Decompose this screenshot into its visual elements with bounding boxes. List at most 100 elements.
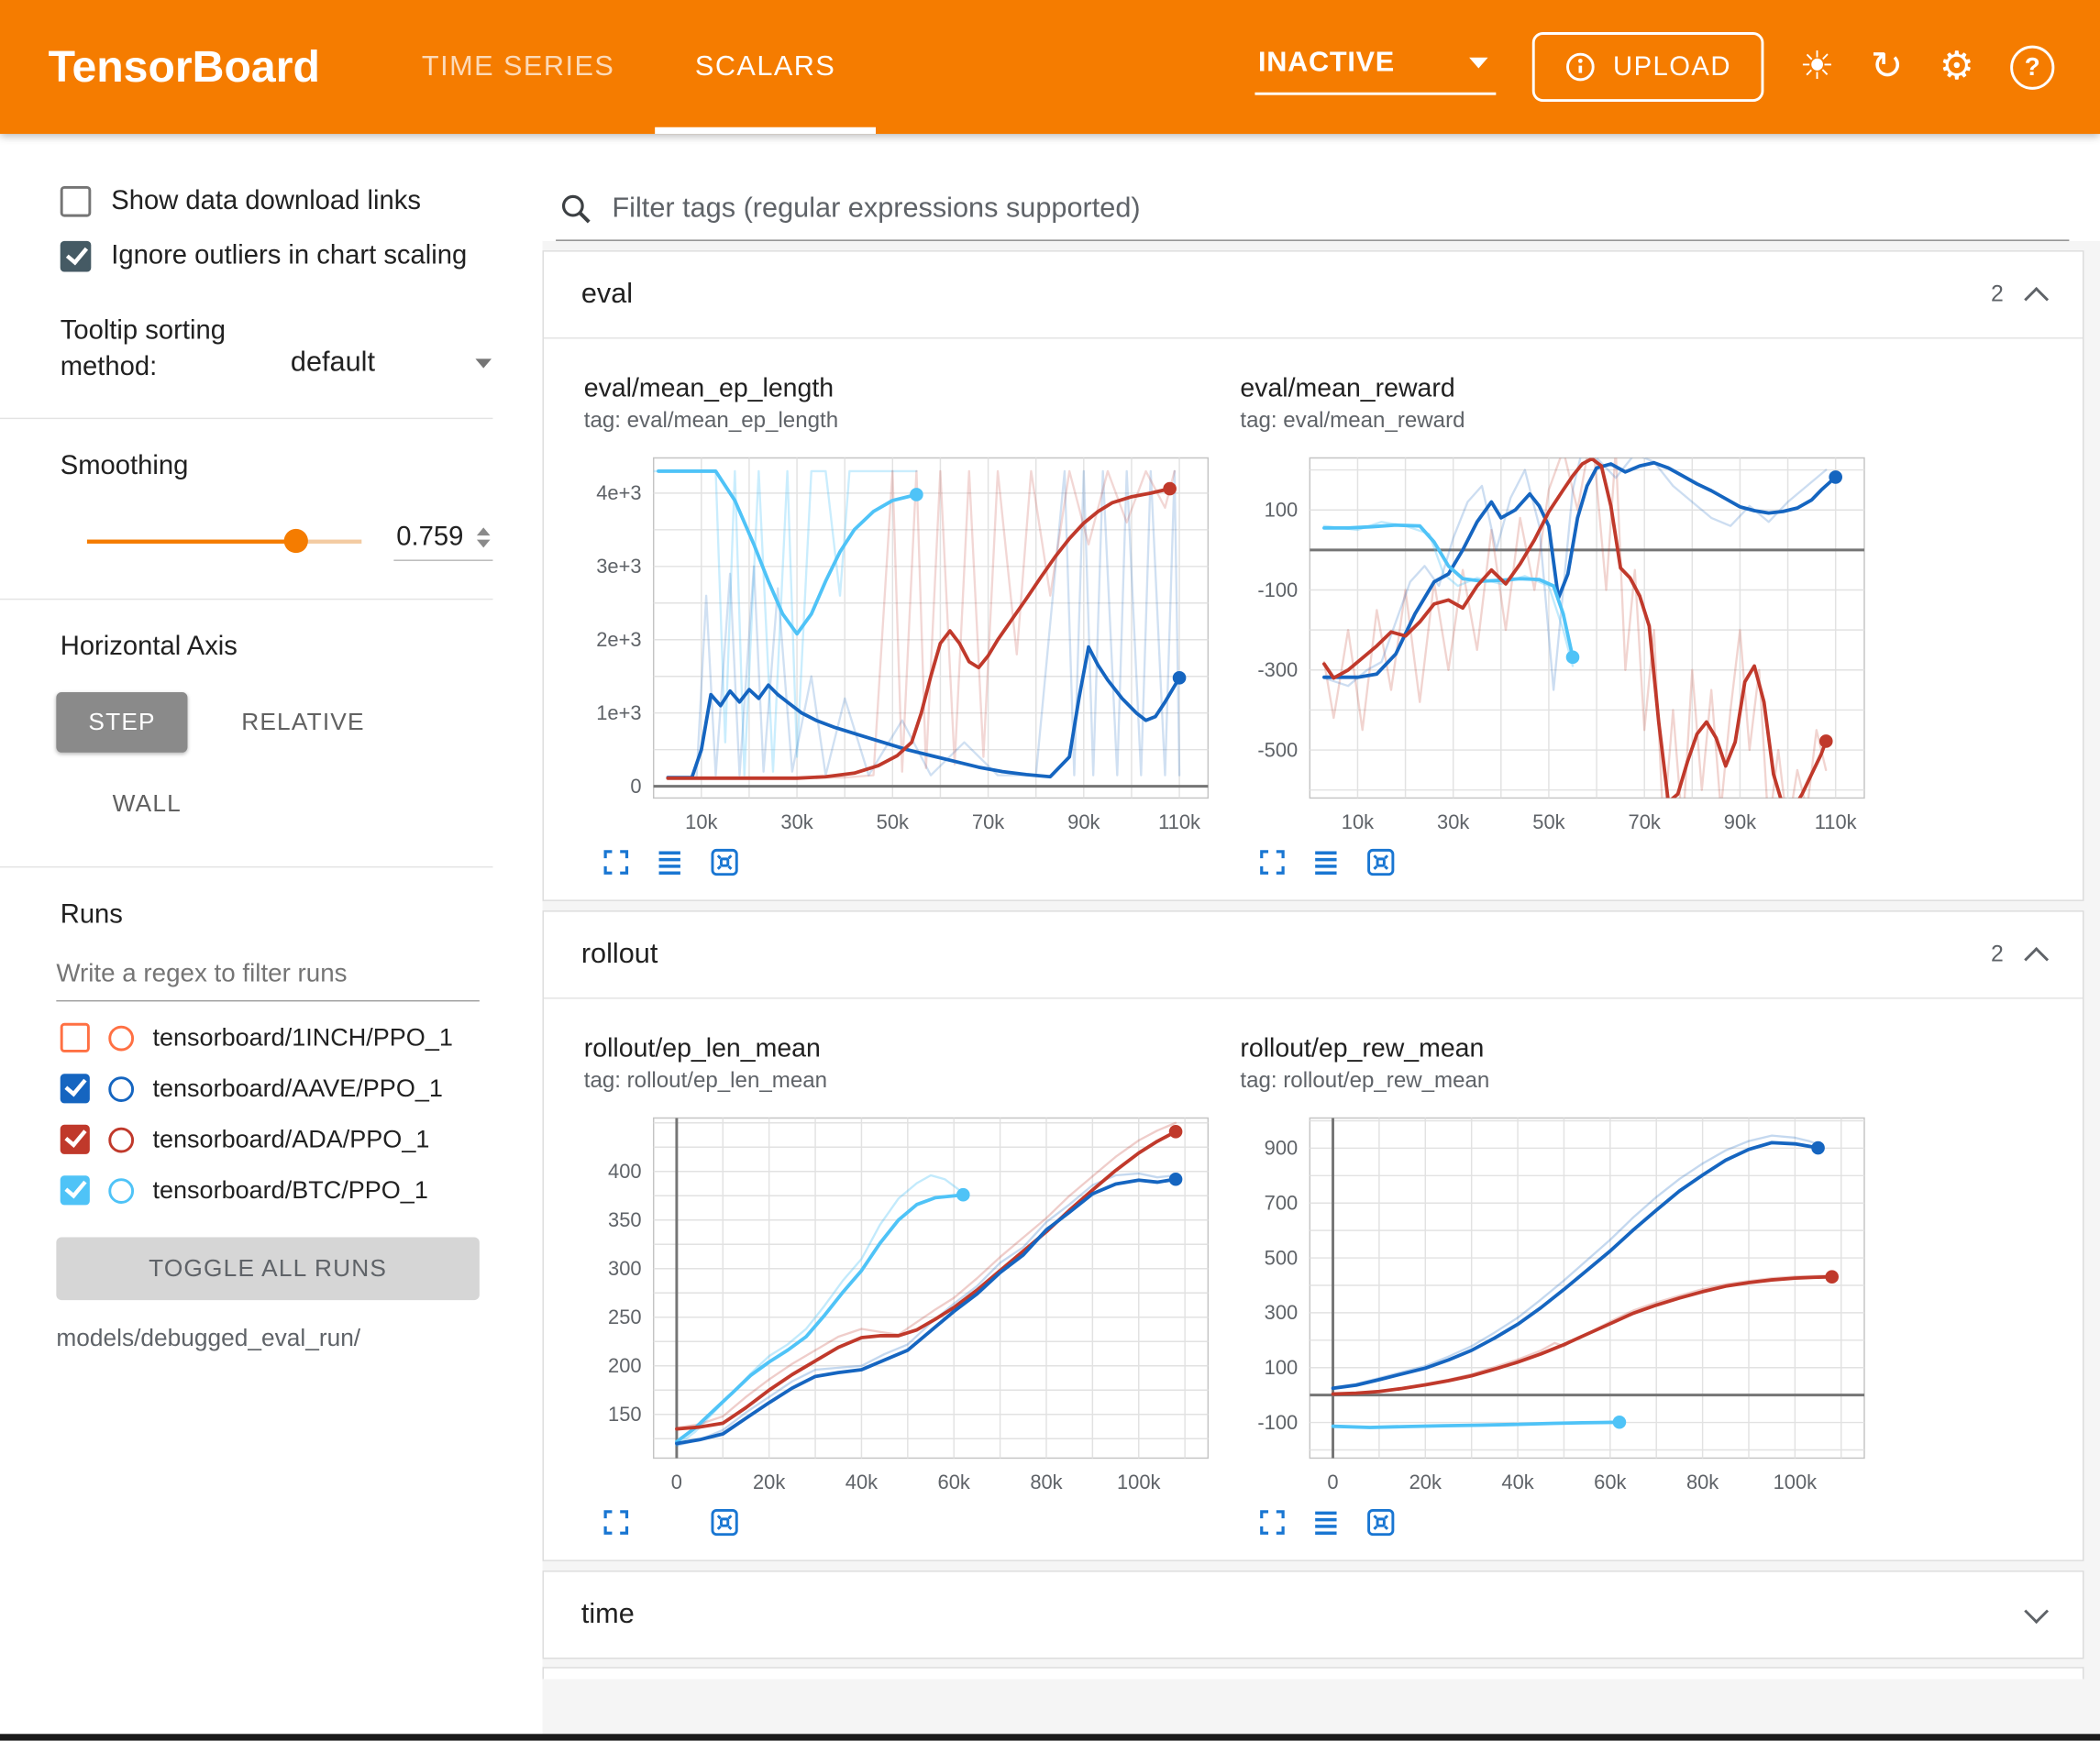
next-section-partial (542, 1667, 2083, 1679)
fit-domain-icon[interactable] (707, 846, 742, 878)
smoothing-value-input[interactable]: 0.759 (393, 520, 492, 561)
fit-domain-icon[interactable] (1364, 1506, 1398, 1538)
ignore-outliers-option[interactable]: Ignore outliers in chart scaling (0, 229, 542, 284)
svg-text:500: 500 (1265, 1246, 1299, 1269)
svg-text:100k: 100k (1774, 1471, 1818, 1493)
run-item[interactable]: tensorboard/ADA/PPO_1 (0, 1114, 542, 1164)
svg-text:0: 0 (1327, 1471, 1338, 1493)
chart-title: rollout/ep_len_mean (584, 1033, 1224, 1064)
slider-thumb[interactable] (283, 528, 307, 552)
run-label: tensorboard/ADA/PPO_1 (152, 1125, 429, 1154)
section-rollout-header[interactable]: rollout 2 (544, 912, 2083, 997)
runs-heading: Runs (0, 899, 542, 931)
refresh-icon[interactable]: ↻ (1871, 48, 1904, 86)
svg-text:-300: -300 (1257, 658, 1298, 681)
chart-rollout-ep-len-mean: rollout/ep_len_mean tag: rollout/ep_len_… (584, 1033, 1224, 1538)
tooltip-sorting-select[interactable]: default (291, 347, 492, 385)
expand-chart-icon[interactable] (600, 846, 632, 878)
runs-filter-input[interactable] (56, 949, 480, 1001)
runs-table-icon[interactable] (1310, 846, 1342, 878)
settings-icon[interactable]: ⚙ (1940, 48, 1974, 86)
svg-text:0: 0 (671, 1471, 682, 1493)
section-header-right: 2 (1991, 942, 2045, 968)
dashboard-main: eval 2 eval/mean_ep_length tag: eval/mea… (542, 134, 2100, 1734)
help-icon[interactable]: ? (2010, 45, 2054, 89)
fit-domain-icon[interactable] (1364, 846, 1398, 878)
chevron-up-icon[interactable] (2024, 287, 2049, 312)
run-item[interactable]: tensorboard/AAVE/PPO_1 (0, 1063, 542, 1114)
upload-button[interactable]: UPLOAD (1532, 32, 1763, 102)
axis-relative-button[interactable]: RELATIVE (209, 692, 397, 753)
expand-chart-icon[interactable] (600, 1506, 632, 1538)
chart-rollout-ep-rew-mean: rollout/ep_rew_mean tag: rollout/ep_rew_… (1240, 1033, 1880, 1538)
tab-time-series[interactable]: TIME SERIES (381, 0, 655, 134)
svg-text:100: 100 (1265, 1356, 1299, 1379)
slider-track[interactable] (87, 539, 361, 543)
section-eval-header[interactable]: eval 2 (544, 252, 2083, 337)
settings-sidebar: Show data download links Ignore outliers… (0, 134, 542, 1734)
show-download-links-option[interactable]: Show data download links (0, 174, 542, 229)
svg-text:200: 200 (608, 1354, 642, 1377)
tag-filter-input[interactable] (612, 193, 2066, 225)
run-label: tensorboard/1INCH/PPO_1 (152, 1023, 452, 1052)
run-checkbox[interactable] (61, 1074, 90, 1103)
smoothing-slider[interactable] (87, 527, 361, 554)
line-chart[interactable]: 10k30k50k70k90k110k01e+32e+33e+34e+3 (584, 447, 1216, 843)
tag-filter[interactable] (556, 178, 2069, 241)
line-chart[interactable]: 10k30k50k70k90k110k100-100-300-500 (1240, 447, 1872, 843)
chart-tag: tag: rollout/ep_rew_mean (1240, 1068, 1880, 1094)
runs-table-icon[interactable] (654, 1506, 686, 1538)
brightness-icon[interactable]: ☀ (1799, 48, 1834, 86)
run-color-ring (108, 1075, 134, 1101)
run-checkbox[interactable] (61, 1175, 90, 1205)
run-item[interactable]: tensorboard/1INCH/PPO_1 (0, 1012, 542, 1063)
line-chart[interactable]: 020k40k60k80k100k150200250300350400 (584, 1107, 1216, 1504)
smoothing-control: 0.759 (0, 482, 542, 567)
section-rollout-body: rollout/ep_len_mean tag: rollout/ep_len_… (544, 997, 2083, 1559)
runs-table-icon[interactable] (1310, 1506, 1342, 1538)
fit-domain-icon[interactable] (707, 1506, 742, 1538)
smoothing-value: 0.759 (396, 523, 463, 554)
header-actions: INACTIVE UPLOAD ☀ ↻ ⚙ ? (1255, 32, 2054, 102)
svg-text:50k: 50k (877, 810, 909, 833)
runs-table-icon[interactable] (654, 846, 686, 878)
chart-actions (1240, 846, 1880, 878)
svg-text:10k: 10k (685, 810, 717, 833)
chart-title: eval/mean_reward (1240, 373, 1880, 404)
tab-scalars[interactable]: SCALARS (655, 0, 876, 134)
svg-text:100k: 100k (1117, 1471, 1161, 1493)
section-time-header[interactable]: time (544, 1572, 2083, 1658)
run-color-ring (108, 1127, 134, 1152)
tooltip-sorting-label: Tooltip sorting method: (61, 314, 264, 386)
chart-eval-mean-reward: eval/mean_reward tag: eval/mean_reward 1… (1240, 373, 1880, 878)
svg-text:110k: 110k (1158, 810, 1200, 833)
checkbox[interactable] (61, 186, 92, 217)
svg-text:60k: 60k (938, 1471, 970, 1493)
chevron-up-icon[interactable] (2024, 947, 2049, 972)
checkbox-label: Show data download links (111, 186, 421, 217)
axis-wall-button[interactable]: WALL (81, 774, 214, 834)
line-chart[interactable]: 020k40k60k80k100k-100100300500700900 (1240, 1107, 1872, 1504)
chart-eval-mean-ep-length: eval/mean_ep_length tag: eval/mean_ep_le… (584, 373, 1224, 878)
run-item[interactable]: tensorboard/BTC/PPO_1 (0, 1165, 542, 1216)
toggle-all-runs-button[interactable]: TOGGLE ALL RUNS (56, 1237, 480, 1300)
stepper-arrows-icon[interactable] (477, 527, 491, 547)
app-body: Show data download links Ignore outliers… (0, 134, 2100, 1734)
svg-text:2e+3: 2e+3 (596, 628, 641, 651)
upload-label: UPLOAD (1613, 51, 1731, 83)
svg-text:-100: -100 (1257, 1411, 1298, 1434)
slider-fill (87, 539, 295, 543)
expand-chart-icon[interactable] (1256, 1506, 1288, 1538)
axis-step-button[interactable]: STEP (56, 692, 187, 753)
svg-text:350: 350 (608, 1208, 642, 1231)
app-title: TensorBoard (49, 41, 320, 92)
expand-chart-icon[interactable] (1256, 846, 1288, 878)
checkbox[interactable] (61, 241, 92, 272)
chevron-down-icon (475, 358, 492, 368)
run-checkbox[interactable] (61, 1023, 90, 1052)
run-checkbox[interactable] (61, 1125, 90, 1154)
svg-text:250: 250 (608, 1306, 642, 1328)
status-dropdown[interactable]: INACTIVE (1255, 39, 1497, 94)
chevron-down-icon[interactable] (2024, 1599, 2049, 1624)
svg-text:70k: 70k (972, 810, 1004, 833)
